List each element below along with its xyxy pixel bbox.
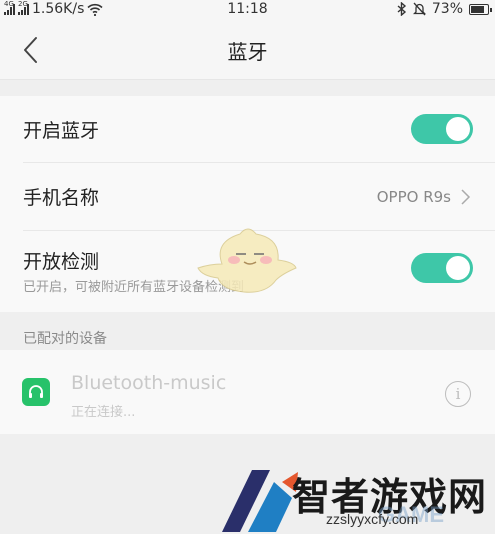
top-bar: 蓝牙	[0, 20, 495, 80]
status-right: 73%	[397, 1, 492, 17]
visibility-toggle-switch[interactable]	[411, 253, 473, 283]
paired-device-name[interactable]: Bluetooth-music	[71, 372, 226, 394]
page-title: 蓝牙	[227, 40, 268, 64]
headset-icon	[22, 378, 50, 406]
phone-name-row[interactable]: 手机名称 OPPO R9s	[0, 163, 495, 230]
phone-name-label: 手机名称	[23, 187, 100, 209]
mute-bell-icon	[412, 2, 426, 16]
battery-percent: 73%	[431, 1, 463, 17]
chevron-right-icon	[461, 189, 471, 205]
status-bar: 4G 2G 1.56K/s 11:18 73%	[0, 0, 495, 20]
bluetooth-icon	[397, 2, 406, 16]
paired-devices-header: 已配对的设备	[23, 331, 107, 347]
watermark-url: zzslyyxcfy.com	[326, 511, 419, 527]
bluetooth-toggle-label: 开启蓝牙	[23, 120, 100, 142]
device-info-button[interactable]: i	[445, 381, 471, 407]
visibility-label: 开放检测	[23, 251, 100, 273]
paired-device-status: 正在连接...	[71, 405, 136, 420]
toggle-knob	[446, 256, 470, 280]
bluetooth-toggle-row[interactable]: 开启蓝牙	[0, 96, 495, 162]
mascot-watermark-image	[197, 228, 297, 293]
bluetooth-toggle-switch[interactable]	[411, 114, 473, 144]
battery-icon	[469, 3, 492, 15]
phone-name-value: OPPO R9s	[376, 188, 451, 206]
toggle-knob	[446, 117, 470, 141]
